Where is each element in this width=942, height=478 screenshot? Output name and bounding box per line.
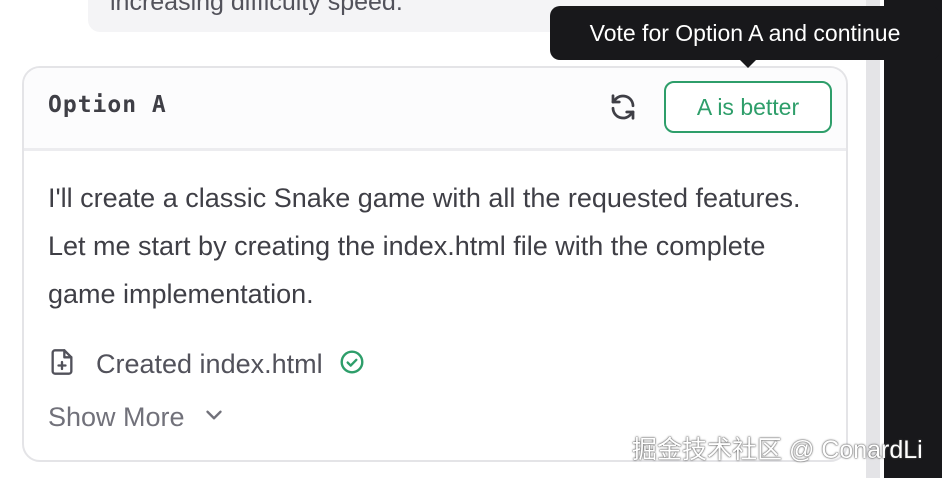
check-circle-icon [339, 349, 365, 380]
option-card-header: Option A A is better [24, 68, 846, 151]
scrollbar-track[interactable] [866, 0, 880, 478]
option-body-text: I'll create a classic Snake game with al… [48, 183, 801, 309]
tooltip-arrow [738, 58, 758, 68]
vote-tooltip: Vote for Option A and continue [550, 6, 940, 60]
watermark: 掘金技术社区 @ ConardLi [632, 436, 923, 464]
show-more-label: Show More [48, 402, 185, 432]
previous-message-text: increasing difficulty speed. [110, 0, 403, 16]
side-panel [884, 0, 942, 478]
option-title: Option A [48, 92, 167, 118]
show-more-button[interactable]: Show More [48, 402, 227, 433]
vote-a-button[interactable]: A is better [664, 81, 832, 133]
file-action-label: Created index.html [96, 348, 323, 379]
option-card: Option A A is better I'll create a class… [22, 66, 848, 462]
refresh-icon[interactable] [608, 92, 638, 122]
file-plus-icon [48, 347, 76, 382]
chevron-down-icon [201, 402, 227, 433]
file-action-row[interactable]: Created index.html [48, 344, 365, 384]
